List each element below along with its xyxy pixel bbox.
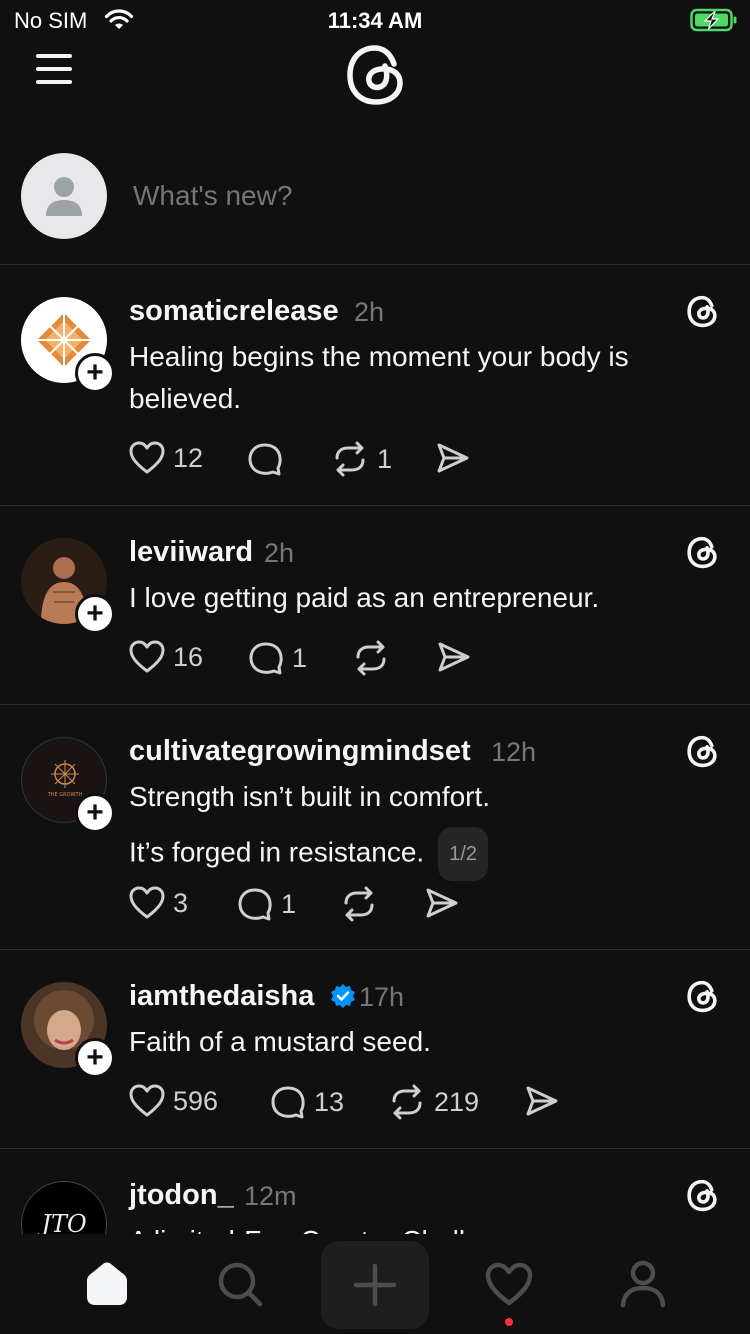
repost-button[interactable]: 1 bbox=[331, 441, 392, 477]
post-username[interactable]: iamthedaisha bbox=[129, 980, 314, 1013]
post[interactable]: JTO jtodon_ 12m A limited-Fan Creator Ch… bbox=[0, 1148, 750, 1234]
share-button[interactable] bbox=[525, 1084, 559, 1118]
like-button[interactable]: 16 bbox=[129, 640, 203, 674]
post-timestamp: 12m bbox=[244, 1181, 297, 1211]
post-timestamp: 12h bbox=[491, 737, 537, 767]
repost-button[interactable] bbox=[352, 640, 390, 676]
post[interactable]: THE GROWTH + cultivategrowingmindset 12h… bbox=[0, 704, 750, 948]
follow-button[interactable]: + bbox=[75, 353, 115, 393]
status-bar: No SIM 11:34 AM bbox=[0, 0, 750, 40]
post-text-line: Healing begins the moment your body is bbox=[129, 341, 629, 372]
like-count: 596 bbox=[173, 1085, 219, 1116]
threads-icon bbox=[684, 294, 720, 333]
search-icon[interactable] bbox=[210, 1254, 270, 1314]
like-count: 16 bbox=[173, 641, 204, 672]
compose-input[interactable] bbox=[133, 180, 693, 212]
top-bar bbox=[0, 40, 750, 110]
like-button[interactable]: 12 bbox=[129, 441, 203, 475]
verified-badge-icon bbox=[330, 983, 356, 1014]
post-text-line-2: It’s forged in resistance. bbox=[129, 836, 425, 868]
home-icon[interactable] bbox=[77, 1254, 137, 1314]
post-username[interactable]: cultivategrowingmindset bbox=[129, 735, 471, 768]
share-button[interactable] bbox=[425, 886, 459, 920]
create-icon[interactable] bbox=[321, 1241, 429, 1329]
post-text-line: believed. bbox=[129, 383, 242, 414]
page-indicator: 1/2 bbox=[438, 827, 489, 881]
post-username[interactable]: jtodon_ bbox=[129, 1179, 234, 1212]
like-button[interactable]: 596 bbox=[129, 1084, 218, 1118]
post-avatar[interactable]: JTO bbox=[21, 1181, 107, 1234]
post[interactable]: + leviiward 2h I love getting paid as an… bbox=[0, 505, 750, 703]
post-text-line: It’s forged in resistance. 1/2 bbox=[129, 827, 489, 881]
threads-icon bbox=[684, 1178, 720, 1217]
repost-button[interactable] bbox=[340, 886, 378, 922]
threads-logo-icon[interactable] bbox=[340, 42, 410, 111]
post-timestamp: 2h bbox=[264, 538, 295, 568]
composer bbox=[0, 150, 750, 264]
bottom-nav bbox=[0, 1234, 750, 1334]
svg-text:THE GROWTH: THE GROWTH bbox=[47, 792, 83, 798]
threads-icon bbox=[684, 734, 720, 773]
battery-charging-icon bbox=[690, 8, 738, 37]
post[interactable]: + somaticrelease 2h Healing begins the m… bbox=[0, 264, 750, 504]
reply-button[interactable]: 1 bbox=[237, 886, 296, 922]
repost-button[interactable]: 219 bbox=[388, 1084, 479, 1120]
like-count: 12 bbox=[173, 442, 204, 473]
post[interactable]: + iamthedaisha 17h Faith of a mustard se… bbox=[0, 949, 750, 1147]
like-button[interactable]: 3 bbox=[129, 886, 188, 920]
reply-count: 1 bbox=[281, 888, 297, 919]
reply-count: 13 bbox=[314, 1086, 345, 1117]
like-count: 3 bbox=[173, 887, 189, 918]
post-text-line: Strength isn’t built in comfort. bbox=[129, 781, 491, 812]
profile-icon[interactable] bbox=[613, 1254, 673, 1314]
threads-icon bbox=[684, 535, 720, 574]
follow-button[interactable]: + bbox=[75, 594, 115, 634]
menu-icon[interactable] bbox=[36, 54, 76, 84]
post-text-line: I love getting paid as an entrepreneur. bbox=[129, 582, 600, 613]
reply-button[interactable] bbox=[247, 441, 291, 477]
follow-button[interactable]: + bbox=[75, 793, 115, 833]
reply-button[interactable]: 13 bbox=[270, 1084, 344, 1120]
post-username[interactable]: leviiward bbox=[129, 536, 253, 569]
follow-button[interactable]: + bbox=[75, 1038, 115, 1078]
post-timestamp: 2h bbox=[354, 297, 385, 327]
post-timestamp: 17h bbox=[359, 982, 405, 1012]
repost-count: 219 bbox=[434, 1086, 480, 1117]
share-button[interactable] bbox=[436, 441, 470, 475]
notification-dot bbox=[505, 1318, 513, 1326]
post-username[interactable]: somaticrelease bbox=[129, 295, 339, 328]
reply-count: 1 bbox=[292, 642, 308, 673]
avatar-text: JTO bbox=[41, 1210, 87, 1234]
share-button[interactable] bbox=[437, 640, 471, 674]
user-avatar[interactable] bbox=[21, 153, 107, 239]
reply-button[interactable]: 1 bbox=[248, 640, 307, 676]
activity-icon[interactable] bbox=[479, 1254, 539, 1314]
post-text-line: Faith of a mustard seed. bbox=[129, 1026, 431, 1057]
clock: 11:34 AM bbox=[327, 8, 423, 33]
post-text-line: A limited-Fan Creator Challenge bbox=[129, 1220, 527, 1234]
threads-icon bbox=[684, 979, 720, 1018]
repost-count: 1 bbox=[377, 443, 393, 474]
